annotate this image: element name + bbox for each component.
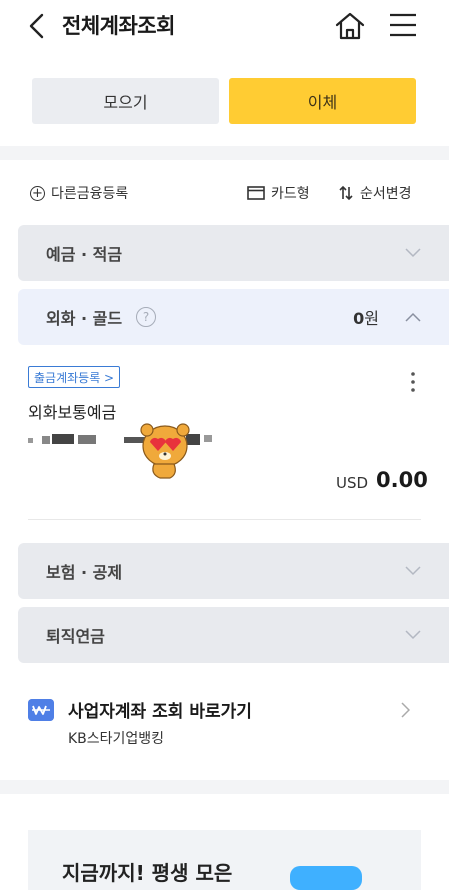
section-deposit-label: 예금 · 적금: [46, 245, 123, 264]
shortcut-title: 사업자계좌 조회 바로가기: [68, 702, 252, 722]
fx-total-value: 0: [353, 309, 365, 328]
promo-title: 지금까지! 평생 모은: [62, 861, 233, 885]
help-icon[interactable]: ?: [136, 307, 156, 327]
divider-line: [28, 519, 421, 520]
section-insurance[interactable]: 보험 · 공제: [18, 543, 449, 599]
section-fx-gold[interactable]: 외화 · 골드 ? 0원: [18, 289, 449, 345]
tab-collect[interactable]: 모으기: [32, 78, 219, 124]
add-other-finance-button[interactable]: + 다른금융등록: [30, 178, 128, 208]
chevron-down-icon: [405, 248, 421, 258]
promo-button[interactable]: [290, 866, 362, 890]
plus-circle-icon: +: [30, 185, 45, 201]
menu-icon[interactable]: [388, 12, 418, 38]
top-bar: 전체계좌조회: [0, 0, 449, 56]
section-fx-gold-label: 외화 · 골드: [46, 309, 123, 328]
reorder-label: 순서변경: [360, 186, 412, 202]
section-divider: [0, 146, 449, 160]
card-icon: [247, 186, 265, 200]
won-icon: [28, 699, 54, 721]
card-view-label: 카드형: [271, 186, 310, 202]
tab-transfer[interactable]: 이체: [229, 78, 416, 124]
account-name: 외화보통예금: [28, 403, 117, 422]
section-deposit[interactable]: 예금 · 적금: [18, 225, 449, 281]
add-other-finance-label: 다른금융등록: [51, 186, 129, 202]
home-icon[interactable]: [334, 11, 366, 41]
card-view-button[interactable]: 카드형: [247, 178, 310, 208]
sticker-character: [140, 423, 190, 479]
chevron-up-icon: [405, 312, 421, 322]
fx-total-unit: 원: [364, 309, 379, 328]
chevron-down-icon: [405, 630, 421, 640]
register-withdrawal-tag[interactable]: 출금계좌등록 >: [28, 366, 121, 388]
section-insurance-label: 보험 · 공제: [46, 563, 123, 582]
section-pension-label: 퇴직연금: [46, 627, 105, 646]
section-pension[interactable]: 퇴직연금: [18, 607, 449, 663]
back-icon[interactable]: [26, 13, 48, 39]
sort-arrows-icon: [339, 185, 353, 201]
chevron-down-icon: [405, 566, 421, 576]
chevron-right-icon: [401, 702, 410, 718]
account-number-masked: [28, 433, 228, 447]
fx-total-amount: 0원: [353, 305, 379, 329]
page-title: 전체계좌조회: [62, 14, 175, 38]
shortcut-subtitle: KB스타기업뱅킹: [68, 731, 165, 747]
balance-currency: USD: [336, 474, 369, 492]
more-options-icon[interactable]: [408, 370, 418, 394]
section-divider: [0, 780, 449, 794]
reorder-button[interactable]: 순서변경: [338, 178, 412, 208]
balance-amount: 0.00: [376, 468, 428, 492]
